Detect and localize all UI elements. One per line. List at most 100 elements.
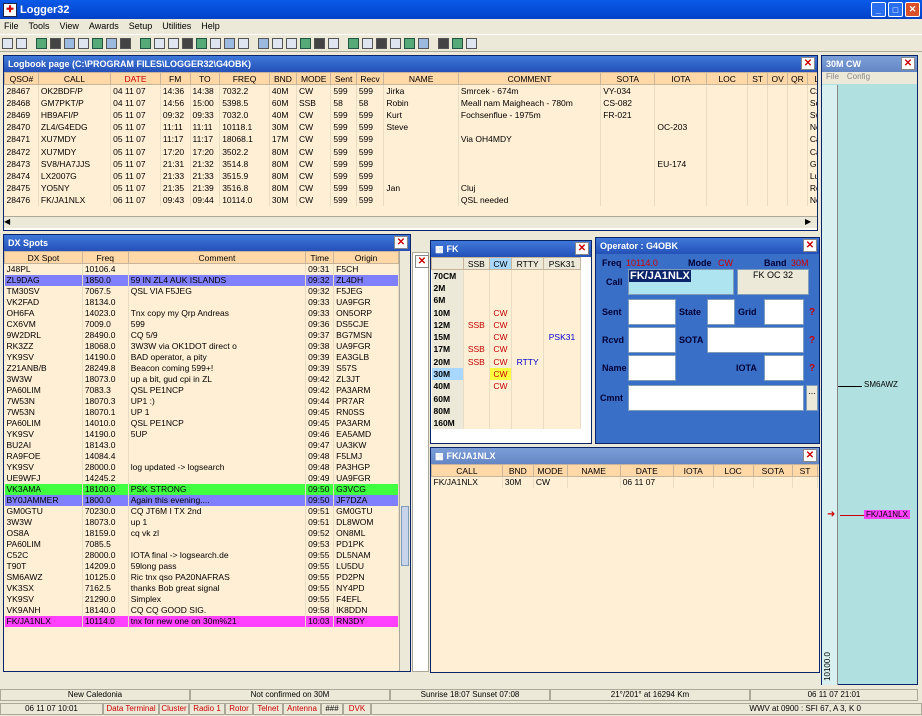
column-header[interactable]: ST	[792, 464, 818, 477]
dx-spot-row[interactable]: YK9SV 14190.0 BAD operator, a pity 09:39 EA3…	[4, 351, 399, 363]
column-header[interactable]: FM	[159, 72, 191, 85]
toolbar-tool-icon[interactable]	[376, 37, 387, 49]
module-status-dvk[interactable]: DVK	[343, 702, 371, 715]
module-status--[interactable]: ###	[321, 702, 343, 715]
toolbar-tool-icon[interactable]	[418, 37, 429, 49]
band-mode-cell[interactable]	[511, 417, 545, 430]
band-mode-cell[interactable]	[489, 281, 513, 295]
logbook-row[interactable]: 28468 GM7PKT/P 04 11 07 14:56 15:00 5398.5 60M…	[4, 96, 817, 109]
band-mode-cell[interactable]: CW	[489, 355, 513, 368]
sent-field[interactable]	[628, 299, 676, 325]
band-mode-cell[interactable]: SSB	[463, 318, 490, 331]
toolbar-tool-icon[interactable]	[120, 37, 131, 49]
module-status-rotor[interactable]: Rotor	[225, 702, 253, 715]
dx-spot-row[interactable]: VK2FAD 18134.0 09:33 UA9FGR	[4, 296, 399, 308]
column-header[interactable]: Recv	[355, 72, 385, 85]
module-status-telnet[interactable]: Telnet	[253, 702, 283, 715]
band-mode-cell[interactable]: RTTY	[511, 355, 545, 368]
dx-spot-row[interactable]: PA60LIM 7083.3 QSL PE1NCP 09:42 PA3ARM	[4, 384, 399, 396]
grid-help-button[interactable]: ?	[809, 307, 815, 318]
band-mode-cell[interactable]	[463, 294, 490, 307]
dx-spot-row[interactable]: ZL9DAG 1850.0 59 IN ZL4 AUK ISLANDS 09:32 ZL…	[4, 274, 399, 286]
band-mode-cell[interactable]	[511, 318, 545, 331]
band-mode-cell[interactable]	[463, 306, 490, 319]
minimize-button[interactable]: _	[871, 2, 886, 17]
bandmap-spot-sm6awz[interactable]: SM6AWZ	[864, 380, 898, 389]
dx-spot-row[interactable]: 9W2DRL 28490.0 CQ 5/9 09:37 BG7MSN	[4, 329, 399, 341]
band-mode-cell[interactable]	[511, 343, 545, 356]
dx-spot-row[interactable]: UE9WFJ 14245.2 09:49 UA9FGR	[4, 472, 399, 484]
band-mode-cell[interactable]	[511, 294, 545, 307]
logbook-row[interactable]: 28474 LX2007G 05 11 07 21:33 21:33 3515.9 80M C…	[4, 169, 817, 182]
band-mode-cell[interactable]	[463, 269, 490, 282]
toolbar-tool-icon[interactable]	[78, 37, 89, 49]
band-mode-cell[interactable]	[489, 392, 513, 405]
band-mode-cell[interactable]	[543, 355, 581, 368]
dx-spot-row[interactable]: OS8A 18159.0 cq vk zl 09:52 ON8ML	[4, 527, 399, 539]
dx-spot-row[interactable]: SM6AWZ 10125.0 Ric tnx qso PA20NAFRAS 09:55…	[4, 571, 399, 583]
band-mode-cell[interactable]	[543, 306, 581, 319]
iota-help-button[interactable]: ?	[809, 363, 815, 374]
column-header[interactable]: BND	[501, 464, 534, 477]
dx-spot-row[interactable]: YK9SV 21290.0 Simplex 09:55 F4EFL	[4, 593, 399, 605]
band-mode-cell[interactable]: SSB	[463, 343, 490, 356]
column-header[interactable]: MODE	[532, 464, 568, 477]
band-mode-cell[interactable]	[543, 318, 581, 331]
logbook-row[interactable]: 28473 SV8/HA7JJS 05 11 07 21:31 21:32 3514.8 8…	[4, 157, 817, 170]
dx-spot-row[interactable]: VK3AMA 18100.0 PSK STRONG 09:50 G3VCG	[4, 483, 399, 495]
bandmap-spot-fkja1nlx[interactable]: FK/JA1NLX	[864, 510, 910, 519]
toolbar-tool-icon[interactable]	[314, 37, 325, 49]
comment-field[interactable]	[628, 385, 804, 411]
toolbar-tool-icon[interactable]	[50, 37, 61, 49]
column-header[interactable]: Origin	[333, 251, 399, 264]
dx-spot-row[interactable]: C52C 28000.0 IOTA final -> logsearch.de 09:…	[4, 549, 399, 561]
band-mode-cell[interactable]: CW	[489, 306, 513, 319]
toolbar-tool-icon[interactable]	[16, 37, 27, 49]
dx-spot-row[interactable]: J48PL 10106.4 09:31 F5CH	[4, 263, 399, 275]
module-status-data-terminal[interactable]: Data Terminal	[103, 702, 159, 715]
toolbar-tool-icon[interactable]	[272, 37, 283, 49]
column-header[interactable]: QSO#	[4, 72, 39, 85]
column-header[interactable]: TO	[189, 72, 221, 85]
bandmap-menu-config[interactable]: Config	[847, 72, 870, 84]
dx-spot-row[interactable]: YK9SV 28000.0 log updated -> logsearch 09:4…	[4, 461, 399, 473]
dx-spot-row[interactable]: FK/JA1NLX 10114.0 tnx for new one on 30m%2…	[4, 615, 399, 627]
dx-spot-row[interactable]: 3W3W 18073.0 up a bit, gud cpi in ZL 09:42 Z…	[4, 373, 399, 385]
toolbar-tool-icon[interactable]	[36, 37, 47, 49]
toolbar-tool-icon[interactable]	[140, 37, 151, 49]
band-mode-cell[interactable]: PSK31	[543, 330, 581, 344]
toolbar-tool-icon[interactable]	[362, 37, 373, 49]
toolbar-tool-icon[interactable]	[2, 37, 13, 49]
column-header[interactable]: Freq	[81, 251, 129, 264]
band-mode-cell[interactable]	[511, 404, 545, 418]
fk-close-button[interactable]: ✕	[575, 242, 589, 255]
band-mode-cell[interactable]	[543, 392, 581, 405]
dx-spot-row[interactable]: CX6VM 7009.0 599 09:36 DS5CJE	[4, 318, 399, 330]
band-mode-cell[interactable]	[511, 392, 545, 405]
band-mode-cell[interactable]: CW	[489, 318, 513, 331]
logbook-close-button[interactable]: ✕	[801, 57, 815, 70]
menu-tools[interactable]: Tools	[29, 21, 50, 31]
sota-help-button[interactable]: ?	[809, 335, 815, 346]
toolbar-tool-icon[interactable]	[182, 37, 193, 49]
column-header[interactable]: NAME	[566, 464, 621, 477]
dx-spot-row[interactable]: 3W3W 18073.0 up 1 09:51 DL8WOM	[4, 516, 399, 528]
toolbar-tool-icon[interactable]	[452, 37, 463, 49]
toolbar-tool-icon[interactable]	[300, 37, 311, 49]
logbook-row[interactable]: 28467 OK2BDF/P 04 11 07 14:36 14:38 7032.2 40M…	[4, 84, 817, 97]
band-mode-cell[interactable]	[463, 392, 490, 405]
dx-spot-row[interactable]: OH6FA 14023.0 Tnx copy my Qrp Andreas 09:33…	[4, 307, 399, 319]
toolbar-tool-icon[interactable]	[328, 37, 339, 49]
toolbar-tool-icon[interactable]	[390, 37, 401, 49]
logbook-row[interactable]: 28471 XU7MDY 05 11 07 11:17 11:17 18068.1 17M C…	[4, 133, 817, 146]
toolbar-tool-icon[interactable]	[404, 37, 415, 49]
column-header[interactable]: LW	[806, 72, 817, 85]
call-history-row[interactable]: FK/JA1NLX30MCW 06 11 07 QSL n	[431, 476, 819, 488]
column-header[interactable]: Time	[305, 251, 335, 264]
toolbar-tool-icon[interactable]	[286, 37, 297, 49]
dx-spot-row[interactable]: 7W53N 18070.1 UP 1 09:45 RN0SS	[4, 406, 399, 418]
dx-spots-scrollbar[interactable]	[399, 251, 410, 671]
dx-spot-row[interactable]: VK3SX 7162.5 thanks Bob great signal 09:55 N…	[4, 582, 399, 594]
toolbar-tool-icon[interactable]	[168, 37, 179, 49]
toolbar-tool-icon[interactable]	[64, 37, 75, 49]
